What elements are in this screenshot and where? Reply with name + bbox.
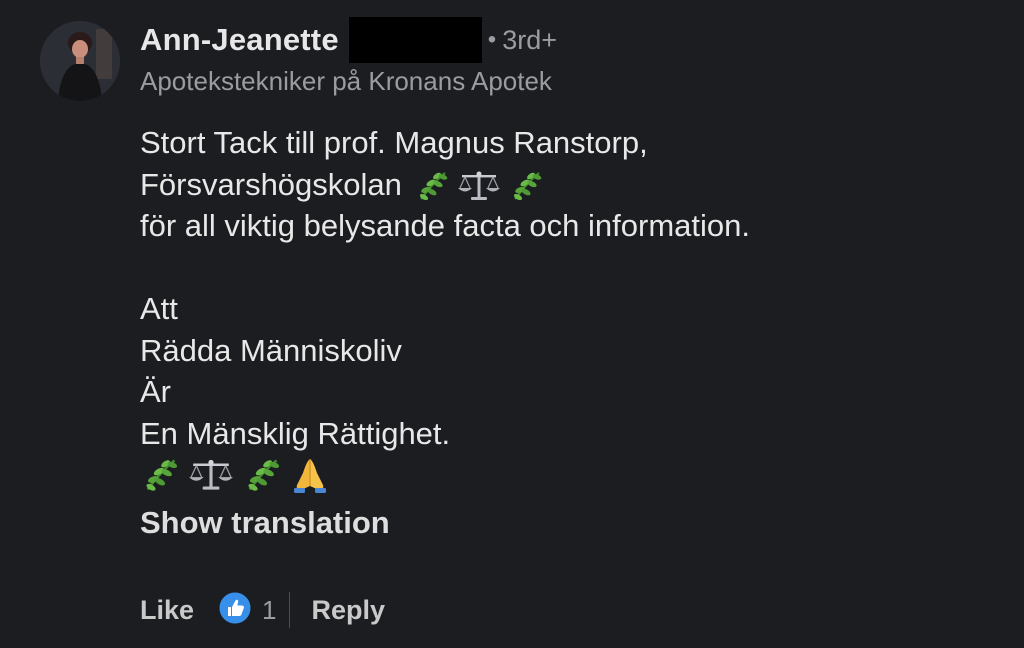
herb-icon bbox=[140, 456, 180, 494]
folded-hands-icon bbox=[290, 455, 330, 495]
action-divider bbox=[288, 592, 290, 628]
herb-icon bbox=[415, 169, 449, 203]
like-reaction-icon bbox=[218, 591, 252, 630]
comment-line-with-emojis: Försvarshögskolan bbox=[140, 164, 750, 206]
like-button[interactable]: Like bbox=[140, 595, 194, 626]
show-translation-link[interactable]: Show translation bbox=[140, 505, 390, 541]
comment-line: Stort Tack till prof. Magnus Ranstorp, bbox=[140, 125, 648, 160]
reply-button[interactable]: Reply bbox=[312, 595, 386, 626]
comment-line: Är bbox=[140, 374, 171, 409]
comment-line: En Mänsklig Rättighet. bbox=[140, 415, 451, 451]
herb-icon bbox=[242, 456, 282, 494]
author-row: Ann-Jeanette • 3rd+ bbox=[140, 16, 557, 64]
comment-text: Stort Tack till prof. Magnus Ranstorp, F… bbox=[140, 122, 750, 496]
author-headline: Apotekstekniker på Kronans Apotek bbox=[140, 66, 552, 96]
inline-emoji-group bbox=[415, 169, 543, 203]
balance-scale-icon bbox=[457, 169, 501, 203]
comment-card: Ann-Jeanette • 3rd+ Apotekstekniker på K… bbox=[0, 0, 1024, 648]
comment-line: Försvarshögskolan bbox=[140, 166, 402, 202]
avatar[interactable] bbox=[40, 21, 120, 101]
like-count: 1 bbox=[262, 594, 277, 625]
redacted-surname bbox=[348, 17, 482, 63]
author-name[interactable]: Ann-Jeanette bbox=[140, 22, 339, 58]
comment-line: Rädda Människoliv bbox=[140, 332, 402, 368]
connection-degree: 3rd+ bbox=[502, 24, 557, 55]
comment-line: Att bbox=[140, 291, 178, 326]
final-emoji-row bbox=[140, 454, 750, 496]
herb-icon bbox=[509, 169, 543, 203]
like-reaction-count[interactable]: 1 bbox=[218, 591, 277, 630]
avatar-photo bbox=[40, 21, 120, 101]
separator-dot: • bbox=[487, 26, 497, 53]
comment-actions: Like 1 Reply bbox=[140, 588, 385, 632]
comment-line: för all viktig belysande facta och infor… bbox=[140, 208, 750, 243]
balance-scale-icon bbox=[188, 456, 234, 494]
